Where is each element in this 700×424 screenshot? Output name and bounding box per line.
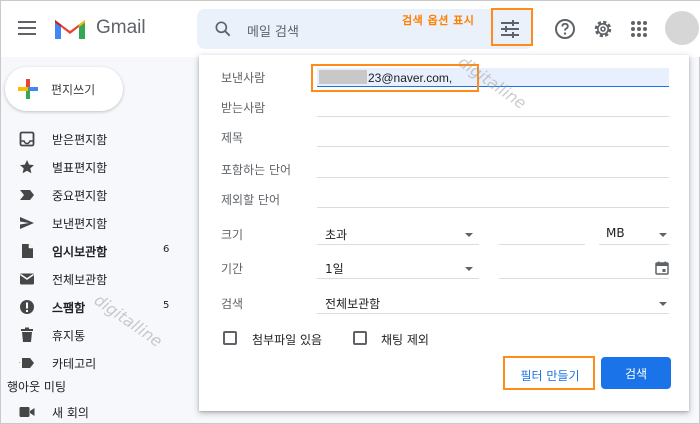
date-field[interactable]: [499, 278, 669, 279]
date-label: 기간: [221, 262, 244, 276]
search-input[interactable]: 메일 검색: [247, 21, 299, 40]
from-field-highlight-box: [311, 64, 479, 92]
sidebar-item-label: 보낸편지함: [52, 217, 108, 231]
sidebar-item-count: 6: [163, 244, 170, 255]
search-scope-label: 검색: [221, 297, 244, 311]
has-words-label: 포함하는 단어: [221, 163, 292, 177]
size-label: 크기: [221, 228, 244, 242]
main-menu-icon[interactable]: [15, 17, 39, 41]
help-icon[interactable]: [554, 18, 576, 40]
to-label: 받는사람: [221, 101, 266, 115]
size-value-field[interactable]: [499, 244, 585, 245]
important-icon: [20, 190, 34, 200]
star-icon: [20, 160, 34, 174]
exclude-chats-checkbox[interactable]: [353, 331, 367, 345]
sidebar-item-all-mail[interactable]: 전체보관함: [1, 265, 191, 293]
sidebar-item-label: 휴지통: [52, 329, 86, 343]
sidebar-item-categories[interactable]: 카테고리: [1, 349, 191, 377]
sidebar-item-label: 전체보관함: [52, 273, 108, 287]
draft-icon: [22, 244, 33, 258]
video-camera-icon: [19, 407, 35, 417]
sidebar-item-starred[interactable]: 별표편지함: [1, 153, 191, 181]
to-field[interactable]: [317, 116, 669, 117]
sidebar-item-count: 5: [163, 300, 170, 311]
subject-label: 제목: [221, 131, 244, 145]
search-scope-value: 전체보관함: [325, 297, 381, 311]
new-meeting-label: 새 회의: [52, 406, 89, 420]
gear-icon[interactable]: [592, 18, 614, 40]
sidebar-item-label: 받은편지함: [52, 133, 108, 147]
trash-icon: [21, 327, 33, 342]
sidebar-item-important[interactable]: 중요편지함: [1, 181, 191, 209]
subject-field[interactable]: [317, 146, 669, 147]
compose-label: 편지쓰기: [51, 82, 96, 97]
search-scope-underline: [317, 313, 669, 314]
search-options-highlight-box: [491, 8, 533, 46]
search-icon[interactable]: [213, 19, 233, 39]
chevron-down-icon: [465, 233, 473, 237]
window-frame: Gmail 메일 검색 검색 옵션 표시 편지쓰기 받은편지함 별표편지함 중요…: [0, 0, 700, 424]
sidebar-item-label: 스팸함: [52, 301, 86, 315]
date-within-value: 1일: [325, 262, 344, 276]
spam-icon: [20, 300, 34, 314]
date-within-underline: [317, 278, 479, 279]
calendar-icon[interactable]: [655, 261, 669, 275]
sidebar-item-label: 별표편지함: [52, 161, 108, 175]
create-filter-highlight-box: [503, 356, 595, 390]
sidebar-item-label: 임시보관함: [52, 245, 108, 259]
has-attachment-checkbox[interactable]: [223, 331, 237, 345]
chevron-down-icon: [659, 302, 667, 306]
label-icon: [19, 358, 34, 368]
exclude-chats-label: 채팅 제외: [381, 333, 429, 347]
doesnt-have-label: 제외할 단어: [221, 193, 281, 207]
compose-plus-icon: [18, 79, 38, 99]
size-unit-underline: [599, 244, 669, 245]
apps-grid-icon[interactable]: [628, 18, 650, 40]
doesnt-have-field[interactable]: [317, 207, 669, 208]
top-bar: Gmail 메일 검색 검색 옵션 표시: [1, 1, 700, 57]
has-attachment-label: 첨부파일 있음: [252, 333, 323, 347]
meet-section-title: 행아웃 미팅: [7, 380, 67, 394]
search-bar[interactable]: 메일 검색: [197, 9, 533, 49]
size-operator-underline: [317, 244, 479, 245]
sidebar-item-label: 카테고리: [52, 357, 97, 371]
account-avatar[interactable]: [665, 11, 699, 45]
size-unit-value: MB: [606, 226, 625, 240]
search-submit-button[interactable]: 검색: [601, 357, 671, 389]
sidebar-item-sent[interactable]: 보낸편지함: [1, 209, 191, 237]
size-operator-value: 초과: [325, 228, 348, 242]
gmail-logo-text: Gmail: [96, 17, 146, 38]
new-meeting-item[interactable]: 새 회의: [1, 399, 191, 424]
sidebar-item-label: 중요편지함: [52, 189, 108, 203]
sidebar-item-drafts[interactable]: 임시보관함 6: [1, 237, 191, 265]
mail-icon: [20, 273, 34, 285]
search-options-annotation: 검색 옵션 표시: [402, 14, 475, 27]
sidebar-item-inbox[interactable]: 받은편지함: [1, 125, 191, 153]
has-words-field[interactable]: [317, 177, 669, 178]
from-label: 보낸사람: [221, 71, 266, 85]
chevron-down-icon: [659, 233, 667, 237]
compose-button[interactable]: 편지쓰기: [5, 67, 123, 111]
inbox-icon: [19, 131, 35, 147]
gmail-logo[interactable]: Gmail: [53, 15, 146, 41]
gmail-m-icon: [55, 20, 85, 39]
chevron-down-icon: [465, 267, 473, 271]
send-icon: [20, 217, 34, 229]
